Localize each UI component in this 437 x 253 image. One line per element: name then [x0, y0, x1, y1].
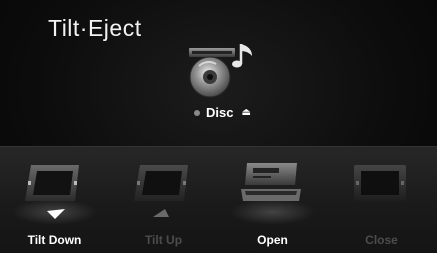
disc-label: Disc — [206, 105, 234, 120]
control-bar: Tilt Down Tilt Up Open Close — [0, 146, 437, 253]
close-label: Close — [365, 233, 398, 247]
tilt-up-icon — [134, 165, 188, 201]
close-panel-icon — [354, 165, 406, 201]
tilt-down-button[interactable]: Tilt Down — [0, 147, 109, 253]
tilt-down-label: Tilt Down — [27, 233, 82, 247]
eject-icon: ⏏ — [241, 107, 251, 118]
tilt-up-button[interactable]: Tilt Up — [109, 147, 218, 253]
close-button[interactable]: Close — [327, 147, 436, 253]
tilt-eject-screen: Tilt·Eject Disc ⏏ Tilt Down Tilt Up Open… — [0, 0, 437, 253]
disc-status[interactable]: Disc ⏏ — [194, 105, 251, 120]
open-label: Open — [257, 233, 288, 247]
tilt-up-arrow-icon — [153, 209, 169, 217]
tilt-down-arrow-icon — [47, 209, 65, 219]
tilt-up-label: Tilt Up — [144, 233, 183, 247]
tilt-down-icon — [25, 165, 79, 201]
open-button[interactable]: Open — [218, 147, 327, 253]
page-title: Tilt·Eject — [48, 15, 142, 41]
open-panel-icon — [241, 163, 301, 201]
disc-music-icon — [189, 44, 252, 98]
disc-indicator-dot — [194, 109, 200, 116]
